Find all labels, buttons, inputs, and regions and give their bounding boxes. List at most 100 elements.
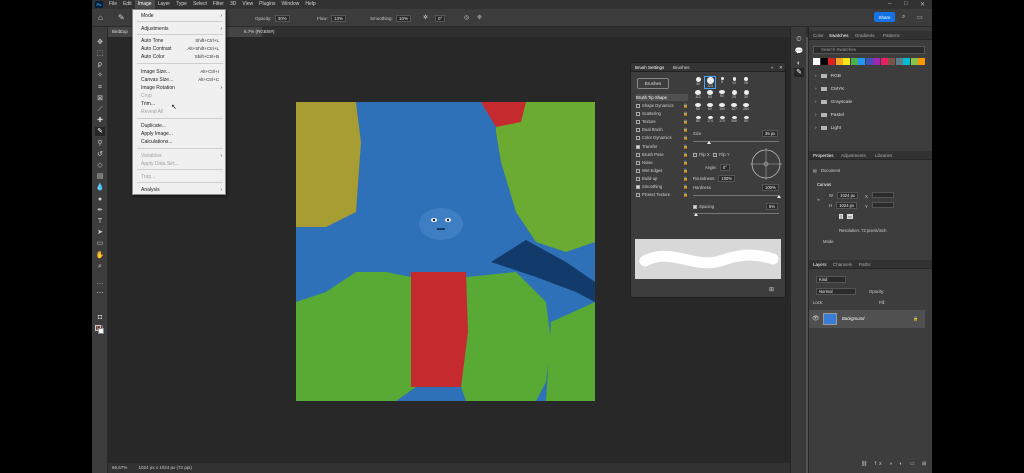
tab-paths[interactable]: Paths	[859, 260, 871, 269]
eyedropper-tool-icon[interactable]: ⟋	[95, 105, 105, 114]
color-swatch[interactable]	[888, 58, 895, 65]
tab-gradients[interactable]: Gradients	[855, 31, 875, 40]
brush-preset-icon[interactable]: ✎	[118, 13, 125, 22]
swatch-folder-grayscale[interactable]: › Grayscale	[815, 97, 925, 108]
color-swatch[interactable]	[873, 58, 880, 65]
maximize-icon[interactable]: □	[904, 1, 908, 7]
learn-panel-icon[interactable]: ◐	[794, 59, 804, 68]
angle-input[interactable]: 0°	[435, 15, 446, 22]
spacing-slider-knob[interactable]	[694, 213, 698, 216]
home-icon[interactable]: ⌂	[98, 13, 103, 22]
marquee-tool-icon[interactable]: ⬚	[95, 49, 105, 58]
landscape-orientation-icon[interactable]: ▭	[847, 214, 853, 219]
tab-libraries[interactable]: Libraries	[875, 151, 892, 160]
crop-tool-icon[interactable]: ⌗	[95, 83, 105, 92]
tab-brushes[interactable]: Brushes	[673, 63, 690, 72]
size-slider[interactable]	[693, 141, 779, 142]
rectangle-tool-icon[interactable]: ▭	[95, 239, 105, 248]
brushes-button[interactable]: Brushes	[637, 78, 669, 89]
edit-toolbar-icon[interactable]: ⋯	[95, 289, 105, 298]
hardness-slider[interactable]	[693, 195, 779, 196]
brush-tip[interactable]: 100	[717, 103, 727, 114]
brush-tip[interactable]: 127	[729, 103, 739, 114]
wet-edges-option[interactable]: Wet Edges 🔒	[636, 167, 688, 174]
color-swatch[interactable]	[918, 58, 925, 65]
color-swatch[interactable]	[858, 58, 865, 65]
color-swatch[interactable]	[843, 58, 850, 65]
brush-tip[interactable]: 80	[693, 116, 703, 127]
artwork-canvas[interactable]	[296, 102, 595, 401]
history-panel-icon[interactable]: ⏲	[794, 35, 804, 44]
brush-tip[interactable]: 284	[741, 103, 751, 114]
zoom-tool-icon[interactable]: ⌕	[95, 262, 105, 271]
tab-adjustments[interactable]: Adjustments	[841, 151, 866, 160]
color-swatch[interactable]	[820, 58, 828, 65]
spacing-slider[interactable]	[693, 213, 779, 214]
brush-angle-input[interactable]: 0°	[719, 164, 730, 171]
menu-select[interactable]: Select	[190, 0, 210, 9]
noise-option[interactable]: Noise 🔒	[636, 159, 688, 166]
height-input[interactable]: 1024 px	[836, 202, 858, 209]
blend-mode-select[interactable]: Normal	[816, 288, 856, 295]
eraser-tool-icon[interactable]: ◇	[95, 161, 105, 170]
build-up-option[interactable]: Build-up 🔒	[636, 175, 688, 182]
brush-tip[interactable]: 50	[741, 116, 751, 127]
brush-tip[interactable]: 30	[693, 77, 703, 88]
image-menu-auto-tone[interactable]: Auto Tone Shift+Ctrl+L	[133, 37, 225, 45]
menu-edit[interactable]: Edit	[120, 0, 135, 9]
layer-actions-bar[interactable]: ⛓ fx ◑ ◐ ▭ ⊞ 🗑	[861, 461, 932, 467]
color-swatch[interactable]	[880, 58, 888, 65]
image-menu-trim[interactable]: Trim...	[133, 100, 225, 108]
zoom-level[interactable]: 66.67%	[112, 465, 127, 470]
tab-patterns[interactable]: Patterns	[883, 31, 900, 40]
blur-tool-icon[interactable]: 💧	[95, 183, 105, 192]
brush-tip[interactable]: 60	[705, 90, 715, 101]
spacing-checkbox[interactable]: Spacing	[693, 204, 714, 209]
brush-tip-shape-option[interactable]: Brush Tip Shape	[636, 94, 688, 101]
brush-tip[interactable]: 112	[693, 90, 703, 101]
image-menu-calculations[interactable]: Calculations...	[133, 138, 225, 146]
tab-layers[interactable]: Layers	[813, 260, 827, 269]
smoothing-option[interactable]: Smoothing 🔒	[636, 183, 688, 190]
image-menu-auto-contrast[interactable]: Auto Contrast Alt+Shift+Ctrl+L	[133, 45, 225, 53]
screen-mode-icon[interactable]: ▢	[95, 324, 105, 333]
tab-channels[interactable]: Channels	[833, 260, 852, 269]
menu-help[interactable]: Help	[302, 0, 318, 9]
hardness-input[interactable]: 100%	[762, 184, 779, 191]
brush-tip[interactable]: 30	[741, 90, 751, 101]
menu-file[interactable]: File	[106, 0, 120, 9]
hand-tool-icon[interactable]: ✋	[95, 251, 105, 260]
gradient-tool-icon[interactable]: ▤	[95, 172, 105, 181]
eye-icon[interactable]: 👁	[812, 315, 820, 322]
search-swatches-input[interactable]: Search Swatches	[813, 46, 925, 54]
close-panel-icon[interactable]: ✕	[779, 63, 783, 72]
settings-gear-icon[interactable]: ✲	[423, 14, 428, 21]
scattering-option[interactable]: Scattering 🔒	[636, 110, 688, 117]
color-swatch[interactable]	[903, 58, 910, 65]
menu-layer[interactable]: Layer	[155, 0, 174, 9]
swatch-folder-light[interactable]: › Light	[815, 123, 925, 134]
image-menu-canvas-size[interactable]: Canvas Size... Alt+Ctrl+C	[133, 76, 225, 84]
path-selection-tool-icon[interactable]: ➤	[95, 228, 105, 237]
opacity-input[interactable]: 30%	[274, 15, 290, 22]
clone-stamp-tool-icon[interactable]: ⚲	[95, 139, 105, 148]
brush-tip[interactable]: 306	[729, 116, 739, 127]
menu-view[interactable]: View	[239, 0, 256, 9]
brush-tool-icon[interactable]: ✎	[95, 127, 105, 136]
hardness-slider-knob[interactable]	[777, 195, 781, 198]
shape-dynamics-option[interactable]: Shape Dynamics 🔒	[636, 102, 688, 109]
layer-filter-kind[interactable]: Kind	[816, 276, 846, 283]
protect-texture-option[interactable]: Protect Texture 🔒	[636, 191, 688, 198]
brush-tip[interactable]: 174	[705, 116, 715, 127]
more-tools-icon[interactable]: …	[95, 278, 105, 287]
x-input[interactable]	[871, 192, 894, 198]
y-input[interactable]	[871, 202, 894, 208]
minimize-icon[interactable]: –	[888, 1, 891, 7]
color-swatch[interactable]	[828, 58, 835, 65]
tab-swatches[interactable]: Swatches	[829, 31, 849, 40]
dual-brush-option[interactable]: Dual Brush 🔒	[636, 126, 688, 133]
color-swatch[interactable]	[813, 58, 820, 65]
width-input[interactable]: 1024 px	[837, 192, 859, 199]
frame-tool-icon[interactable]: ⊠	[95, 94, 105, 103]
brush-tip[interactable]: 175	[717, 116, 727, 127]
